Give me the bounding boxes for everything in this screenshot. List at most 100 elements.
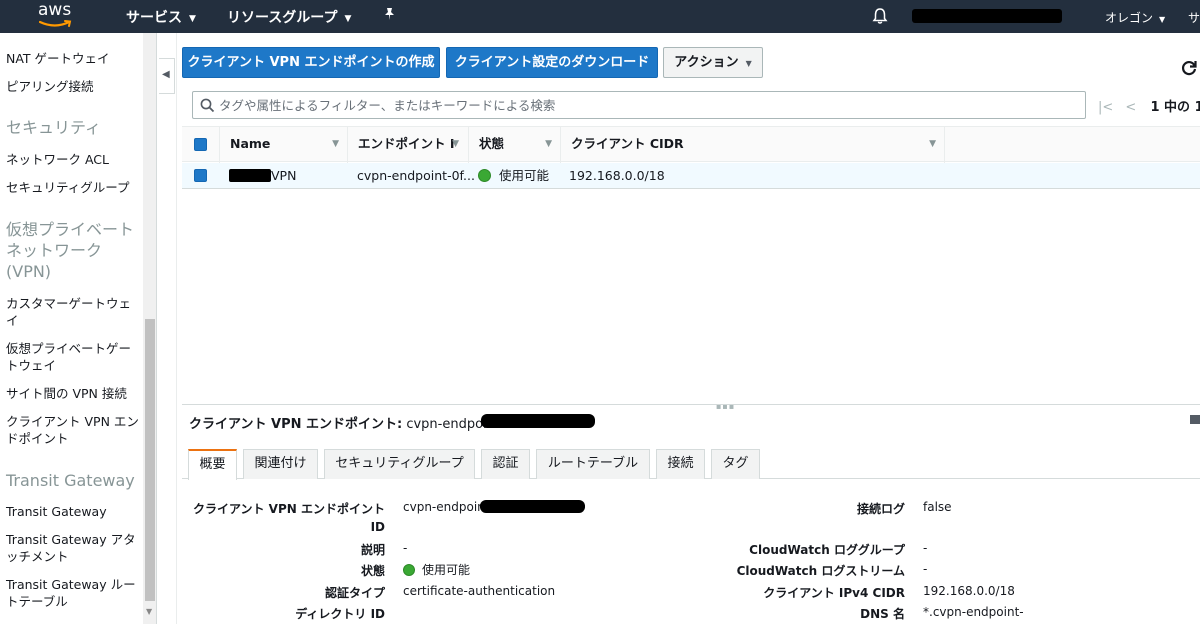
value-description: - (403, 541, 408, 555)
sidebar-item-transit-gateway[interactable]: Transit Gateway (6, 503, 142, 520)
sidebar-scrollbar-thumb[interactable] (145, 319, 155, 601)
label-description: 説明 (360, 543, 385, 557)
value-cloudwatch-log-stream: - (923, 562, 928, 576)
filter-search-box[interactable] (192, 91, 1086, 119)
sidebar-item-nat-gateway[interactable]: NAT ゲートウェイ (6, 50, 142, 67)
sidebar-item-customer-gateway[interactable]: カスタマーゲートウェイ (6, 295, 142, 329)
pagination: |< < 1 中の 1 へ (1098, 96, 1200, 115)
sidebar-item-transit-gateway-route-tables[interactable]: Transit Gateway ルートテーブル (6, 576, 142, 610)
tab-tags[interactable]: タグ (711, 449, 760, 479)
column-header-endpoint-id[interactable]: エンドポイント ID▼ (347, 127, 467, 163)
tab-security-groups[interactable]: セキュリティグループ (324, 449, 475, 479)
top-navigation-bar: aws サービス ▼ リソースグループ ▼ オレゴン ▼ サポート (0, 0, 1200, 33)
label-status: 状態 (360, 564, 385, 578)
search-input[interactable] (219, 95, 1069, 115)
chevron-down-icon: ▼ (344, 14, 352, 24)
scroll-down-arrow-icon[interactable]: ▼ (146, 607, 152, 616)
detail-tabs: 概要 関連付け セキュリティグループ 認証 ルートテーブル 接続 タグ (182, 448, 1200, 480)
sidebar-item-site-to-site-vpn[interactable]: サイト間の VPN 接続 (6, 385, 142, 402)
chevron-down-icon: ▼ (1159, 15, 1166, 24)
resize-grip-icon[interactable]: ▪▪▪ (716, 402, 735, 411)
redacted-endpoint-id (481, 414, 595, 428)
row-status-text: 使用可能 (499, 168, 550, 183)
sidebar-heading-security: セキュリティ (6, 118, 102, 137)
tab-overview[interactable]: 概要 (188, 449, 237, 480)
label-connection-log: 接続ログ (856, 502, 905, 516)
detail-title-label: クライアント VPN エンドポイント: (189, 417, 403, 432)
tab-authorization[interactable]: 認証 (481, 449, 530, 479)
chevron-down-icon: ▼ (745, 59, 752, 68)
region-selector[interactable]: オレゴン ▼ (1105, 9, 1165, 26)
tab-associations[interactable]: 関連付け (243, 449, 318, 479)
row-name: VPN (271, 168, 297, 183)
sidebar: NAT ゲートウェイ ピアリング接続 セキュリティ ネットワーク ACL セキュ… (0, 33, 157, 624)
sidebar-item-security-groups[interactable]: セキュリティグループ (6, 179, 142, 196)
support-menu[interactable]: サポート (1188, 9, 1200, 26)
sidebar-item-client-vpn-endpoints[interactable]: クライアント VPN エンドポイント (6, 413, 142, 447)
first-page-icon[interactable]: |< (1098, 100, 1113, 115)
select-all-checkbox[interactable] (194, 138, 207, 151)
services-menu-label: サービス (126, 10, 182, 26)
column-header-name[interactable]: Name ▼ (219, 127, 347, 163)
region-label: オレゴン (1105, 11, 1154, 25)
maximize-pane-icon[interactable] (1190, 415, 1200, 424)
column-header-status[interactable]: 状態 ▼ (468, 127, 560, 163)
column-header-label: Name (230, 136, 271, 151)
detail-title: クライアント VPN エンドポイント: cvpn-endpoint- (189, 413, 505, 432)
aws-smile-icon (39, 20, 72, 27)
column-header-label: 状態 (479, 136, 505, 151)
sidebar-item-peering[interactable]: ピアリング接続 (6, 78, 142, 95)
sidebar-heading-transit-gateway: Transit Gateway (6, 471, 135, 490)
chevron-down-icon: ▼ (189, 14, 196, 24)
label-cloudwatch-log-stream: CloudWatch ログストリーム (736, 564, 905, 578)
pane-splitter[interactable] (182, 404, 1200, 405)
actions-button[interactable]: アクション ▼ (663, 47, 763, 78)
label-client-ipv4-cidr: クライアント IPv4 CIDR (763, 586, 905, 600)
table-header: Name ▼ エンドポイント ID▼ 状態 ▼ クライアント CIDR ▼ (182, 126, 1200, 163)
services-menu[interactable]: サービス ▼ (126, 7, 196, 27)
create-client-vpn-endpoint-button[interactable]: クライアント VPN エンドポイントの作成 (182, 47, 440, 78)
bell-icon[interactable] (872, 7, 888, 28)
status-available-icon (403, 564, 415, 576)
resource-groups-menu[interactable]: リソースグループ ▼ (227, 7, 351, 27)
aws-logo[interactable]: aws (38, 0, 78, 29)
actions-button-label: アクション (674, 55, 739, 70)
pagination-text: 1 中の 1 へ (1150, 100, 1200, 115)
sort-icon: ▼ (545, 139, 552, 149)
column-header-label: クライアント CIDR (571, 136, 684, 151)
value-client-ipv4-cidr: 192.168.0.0/18 (923, 584, 1015, 598)
value-authentication-type: certificate-authentication (403, 584, 556, 598)
redacted-endpoint-id (480, 500, 585, 513)
label-dns-name: DNS 名 (860, 607, 905, 621)
sidebar-heading-vpn: 仮想プライベートネットワーク (VPN) (6, 220, 135, 281)
refresh-icon[interactable] (1180, 59, 1198, 80)
sidebar-collapse-button[interactable]: ◀ (159, 58, 175, 94)
value-dns-name: *.cvpn-endpoint- (923, 605, 1024, 619)
sidebar-scrollbar[interactable]: ▼ (143, 33, 156, 624)
pin-icon[interactable] (383, 7, 396, 25)
label-cloudwatch-log-group: CloudWatch ロググループ (749, 543, 905, 557)
sort-icon: ▼ (452, 139, 459, 149)
label-directory-id: ディレクトリ ID (295, 607, 385, 621)
status-available-icon (478, 169, 491, 182)
sort-icon: ▼ (929, 139, 936, 149)
sort-icon: ▼ (332, 139, 339, 149)
row-status: 使用可能 (478, 163, 549, 188)
value-cloudwatch-log-group: - (923, 541, 928, 555)
redacted-name (229, 169, 271, 182)
sidebar-item-transit-gateway-attachments[interactable]: Transit Gateway アタッチメント (6, 531, 142, 565)
table-row[interactable]: VPN cvpn-endpoint-0f... 使用可能 192.168.0.0… (182, 163, 1200, 189)
prev-page-icon[interactable]: < (1125, 100, 1136, 115)
tab-route-table[interactable]: ルートテーブル (536, 449, 650, 479)
column-header-client-cidr[interactable]: クライアント CIDR ▼ (560, 127, 944, 163)
resource-groups-label: リソースグループ (227, 10, 338, 26)
search-icon (200, 98, 215, 113)
value-status-text: 使用可能 (422, 563, 471, 577)
redacted-account-name[interactable] (912, 9, 1062, 23)
sidebar-item-virtual-private-gateway[interactable]: 仮想プライベートゲートウェイ (6, 340, 142, 374)
sidebar-item-network-acl[interactable]: ネットワーク ACL (6, 151, 142, 168)
download-client-config-button[interactable]: クライアント設定のダウンロード (446, 47, 658, 78)
tab-connections[interactable]: 接続 (656, 449, 705, 479)
label-authentication-type: 認証タイプ (324, 586, 385, 600)
row-checkbox[interactable] (194, 169, 207, 182)
